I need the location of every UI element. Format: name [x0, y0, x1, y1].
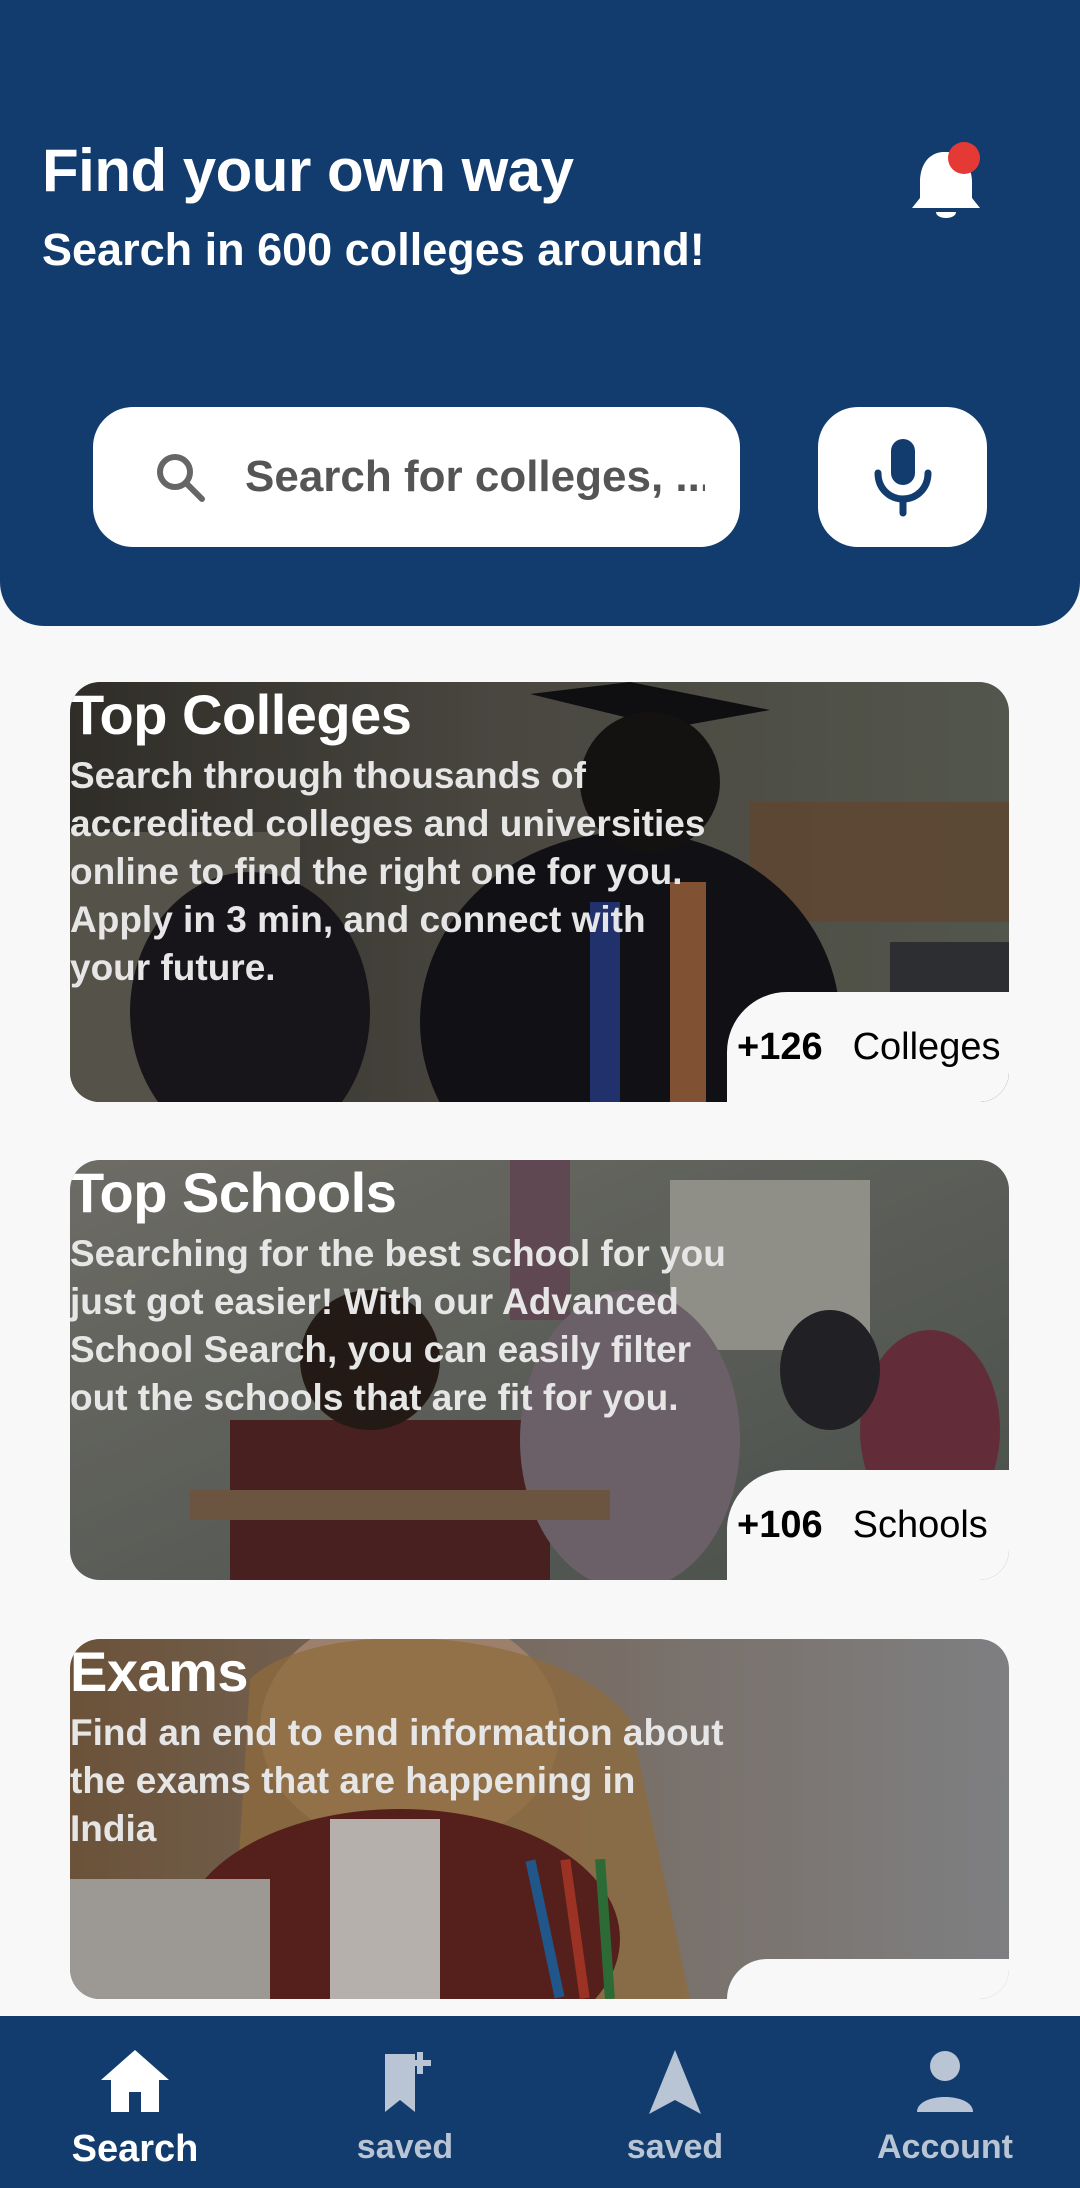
card-title: Top Schools [70, 1161, 397, 1224]
card-description: Find an end to end information about the… [70, 1712, 724, 1849]
search-bar[interactable] [93, 407, 740, 547]
top-colleges-card[interactable]: Top Colleges Search through thousands of… [70, 682, 1009, 1102]
header: Find your own way Search in 600 colleges… [0, 0, 1080, 626]
nav-label: saved [626, 2128, 724, 2166]
count-value: +126 [737, 1025, 823, 1068]
top-schools-card[interactable]: Top Schools Searching for the best schoo… [70, 1160, 1009, 1580]
count-label: Schools [852, 1503, 988, 1546]
page-subtitle: Search in 600 colleges around! [42, 224, 705, 275]
voice-search-button[interactable] [818, 407, 987, 547]
page-title: Find your own way [42, 137, 574, 204]
count-badge [727, 1959, 1009, 1999]
card-description: Search through thousands of accredited c… [70, 755, 706, 988]
notification-dot [948, 142, 980, 174]
bookmark-add-icon [385, 2052, 431, 2112]
card-title: Exams [70, 1640, 249, 1703]
card-title: Top Colleges [70, 683, 412, 746]
home-icon [101, 2050, 169, 2112]
count-label: Colleges [852, 1025, 1001, 1068]
search-input[interactable] [245, 452, 705, 502]
bell-icon[interactable] [906, 138, 986, 228]
count-badge: +126 Colleges [727, 992, 1009, 1102]
count-badge: +106 Schools [727, 1470, 1009, 1580]
nav-label: Account [877, 2128, 1013, 2166]
bottom-nav: Search saved saved Account [0, 2016, 1080, 2188]
navigation-arrow-icon [649, 2050, 701, 2114]
count-value: +106 [737, 1503, 823, 1546]
exams-card[interactable]: Exams Find an end to end information abo… [70, 1639, 1009, 1999]
nav-label: saved [356, 2128, 454, 2166]
mic-icon [874, 439, 931, 517]
nav-item-account[interactable]: Account [810, 2016, 1080, 2188]
person-icon [917, 2051, 973, 2112]
search-icon [157, 454, 205, 502]
nav-label: Search [71, 2128, 199, 2170]
card-description: Searching for the best school for you ju… [70, 1233, 726, 1418]
nav-item-saved-2[interactable]: saved [540, 2016, 810, 2188]
nav-item-search[interactable]: Search [0, 2016, 270, 2188]
nav-item-saved[interactable]: saved [270, 2016, 540, 2188]
